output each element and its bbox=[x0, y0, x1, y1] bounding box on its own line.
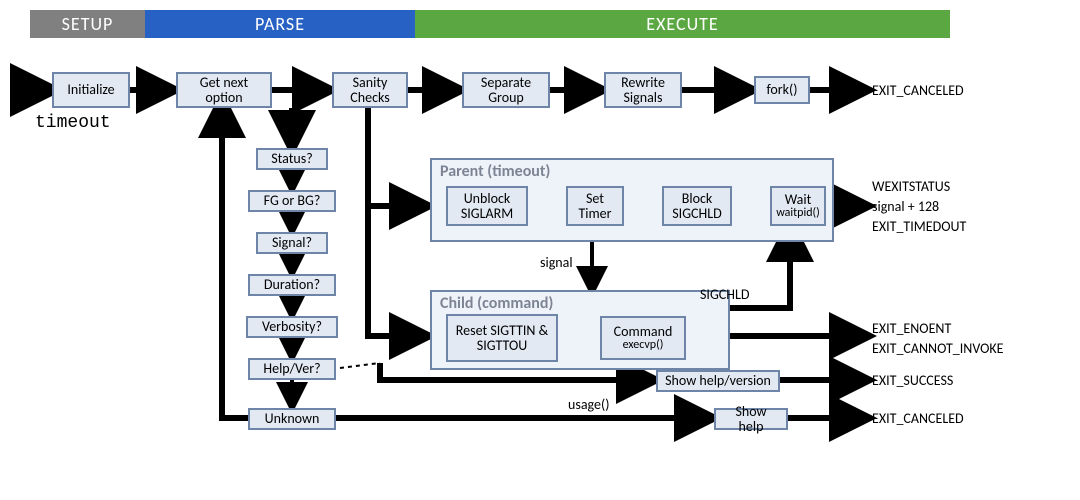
node-command-sub: execvp() bbox=[623, 339, 664, 352]
phase-setup: SETUP bbox=[30, 10, 145, 38]
entry-label: timeout bbox=[35, 113, 111, 133]
node-sanity-checks: Sanity Checks bbox=[332, 72, 408, 108]
out-wait-2: signal + 128 bbox=[872, 198, 939, 215]
node-verbosity: Verbosity? bbox=[246, 316, 338, 338]
node-signal: Signal? bbox=[256, 232, 328, 254]
out-cmd-1: EXIT_ENOENT bbox=[872, 320, 951, 337]
node-rewrite-signals: Rewrite Signals bbox=[604, 72, 682, 108]
out-cmd-2: EXIT_CANNOT_INVOKE bbox=[872, 340, 1003, 357]
node-help-ver: Help/Ver? bbox=[248, 358, 336, 380]
phase-bar: SETUP PARSE EXECUTE bbox=[30, 10, 950, 38]
out-help-version: EXIT_SUCCESS bbox=[872, 372, 953, 389]
node-fg-bg: FG or BG? bbox=[248, 190, 336, 212]
node-reset-sigttin: Reset SIGTTIN & SIGTTOU bbox=[446, 314, 558, 362]
flowchart-canvas: timeout Initialize Get next option Sanit… bbox=[10, 58, 1070, 488]
node-fork: fork() bbox=[754, 76, 810, 104]
node-set-timer: Set Timer bbox=[566, 186, 624, 226]
phase-parse: PARSE bbox=[145, 10, 415, 38]
node-unblock-siglarm: Unblock SIGLARM bbox=[446, 186, 528, 226]
node-command: Command execvp() bbox=[600, 316, 686, 360]
node-unknown: Unknown bbox=[248, 408, 336, 430]
node-command-title: Command bbox=[614, 324, 673, 339]
node-show-help-version: Show help/version bbox=[656, 370, 780, 392]
node-wait: Wait waitpid() bbox=[770, 186, 826, 226]
out-fork: EXIT_CANCELED bbox=[872, 82, 964, 99]
node-initialize: Initialize bbox=[52, 72, 130, 108]
out-unknown: EXIT_CANCELED bbox=[872, 410, 964, 427]
out-wait-1: WEXITSTATUS bbox=[872, 178, 950, 195]
phase-execute: EXECUTE bbox=[415, 10, 950, 38]
node-separate-group: Separate Group bbox=[462, 72, 550, 108]
edge-label-usage: usage() bbox=[568, 396, 609, 413]
node-wait-sub: waitpid() bbox=[776, 207, 820, 220]
node-wait-title: Wait bbox=[785, 192, 812, 207]
node-block-sigchld: Block SIGCHLD bbox=[662, 186, 732, 226]
node-duration: Duration? bbox=[248, 274, 336, 296]
edge-label-sigchld: SIGCHLD bbox=[700, 286, 749, 303]
node-show-help: Show help bbox=[714, 408, 788, 430]
node-status: Status? bbox=[256, 148, 328, 170]
node-get-next-option: Get next option bbox=[176, 72, 272, 108]
out-wait-3: EXIT_TIMEDOUT bbox=[872, 218, 966, 235]
group-parent-title: Parent (timeout) bbox=[440, 162, 550, 181]
group-child-title: Child (command) bbox=[440, 294, 553, 313]
edge-label-signal: signal bbox=[540, 254, 573, 271]
